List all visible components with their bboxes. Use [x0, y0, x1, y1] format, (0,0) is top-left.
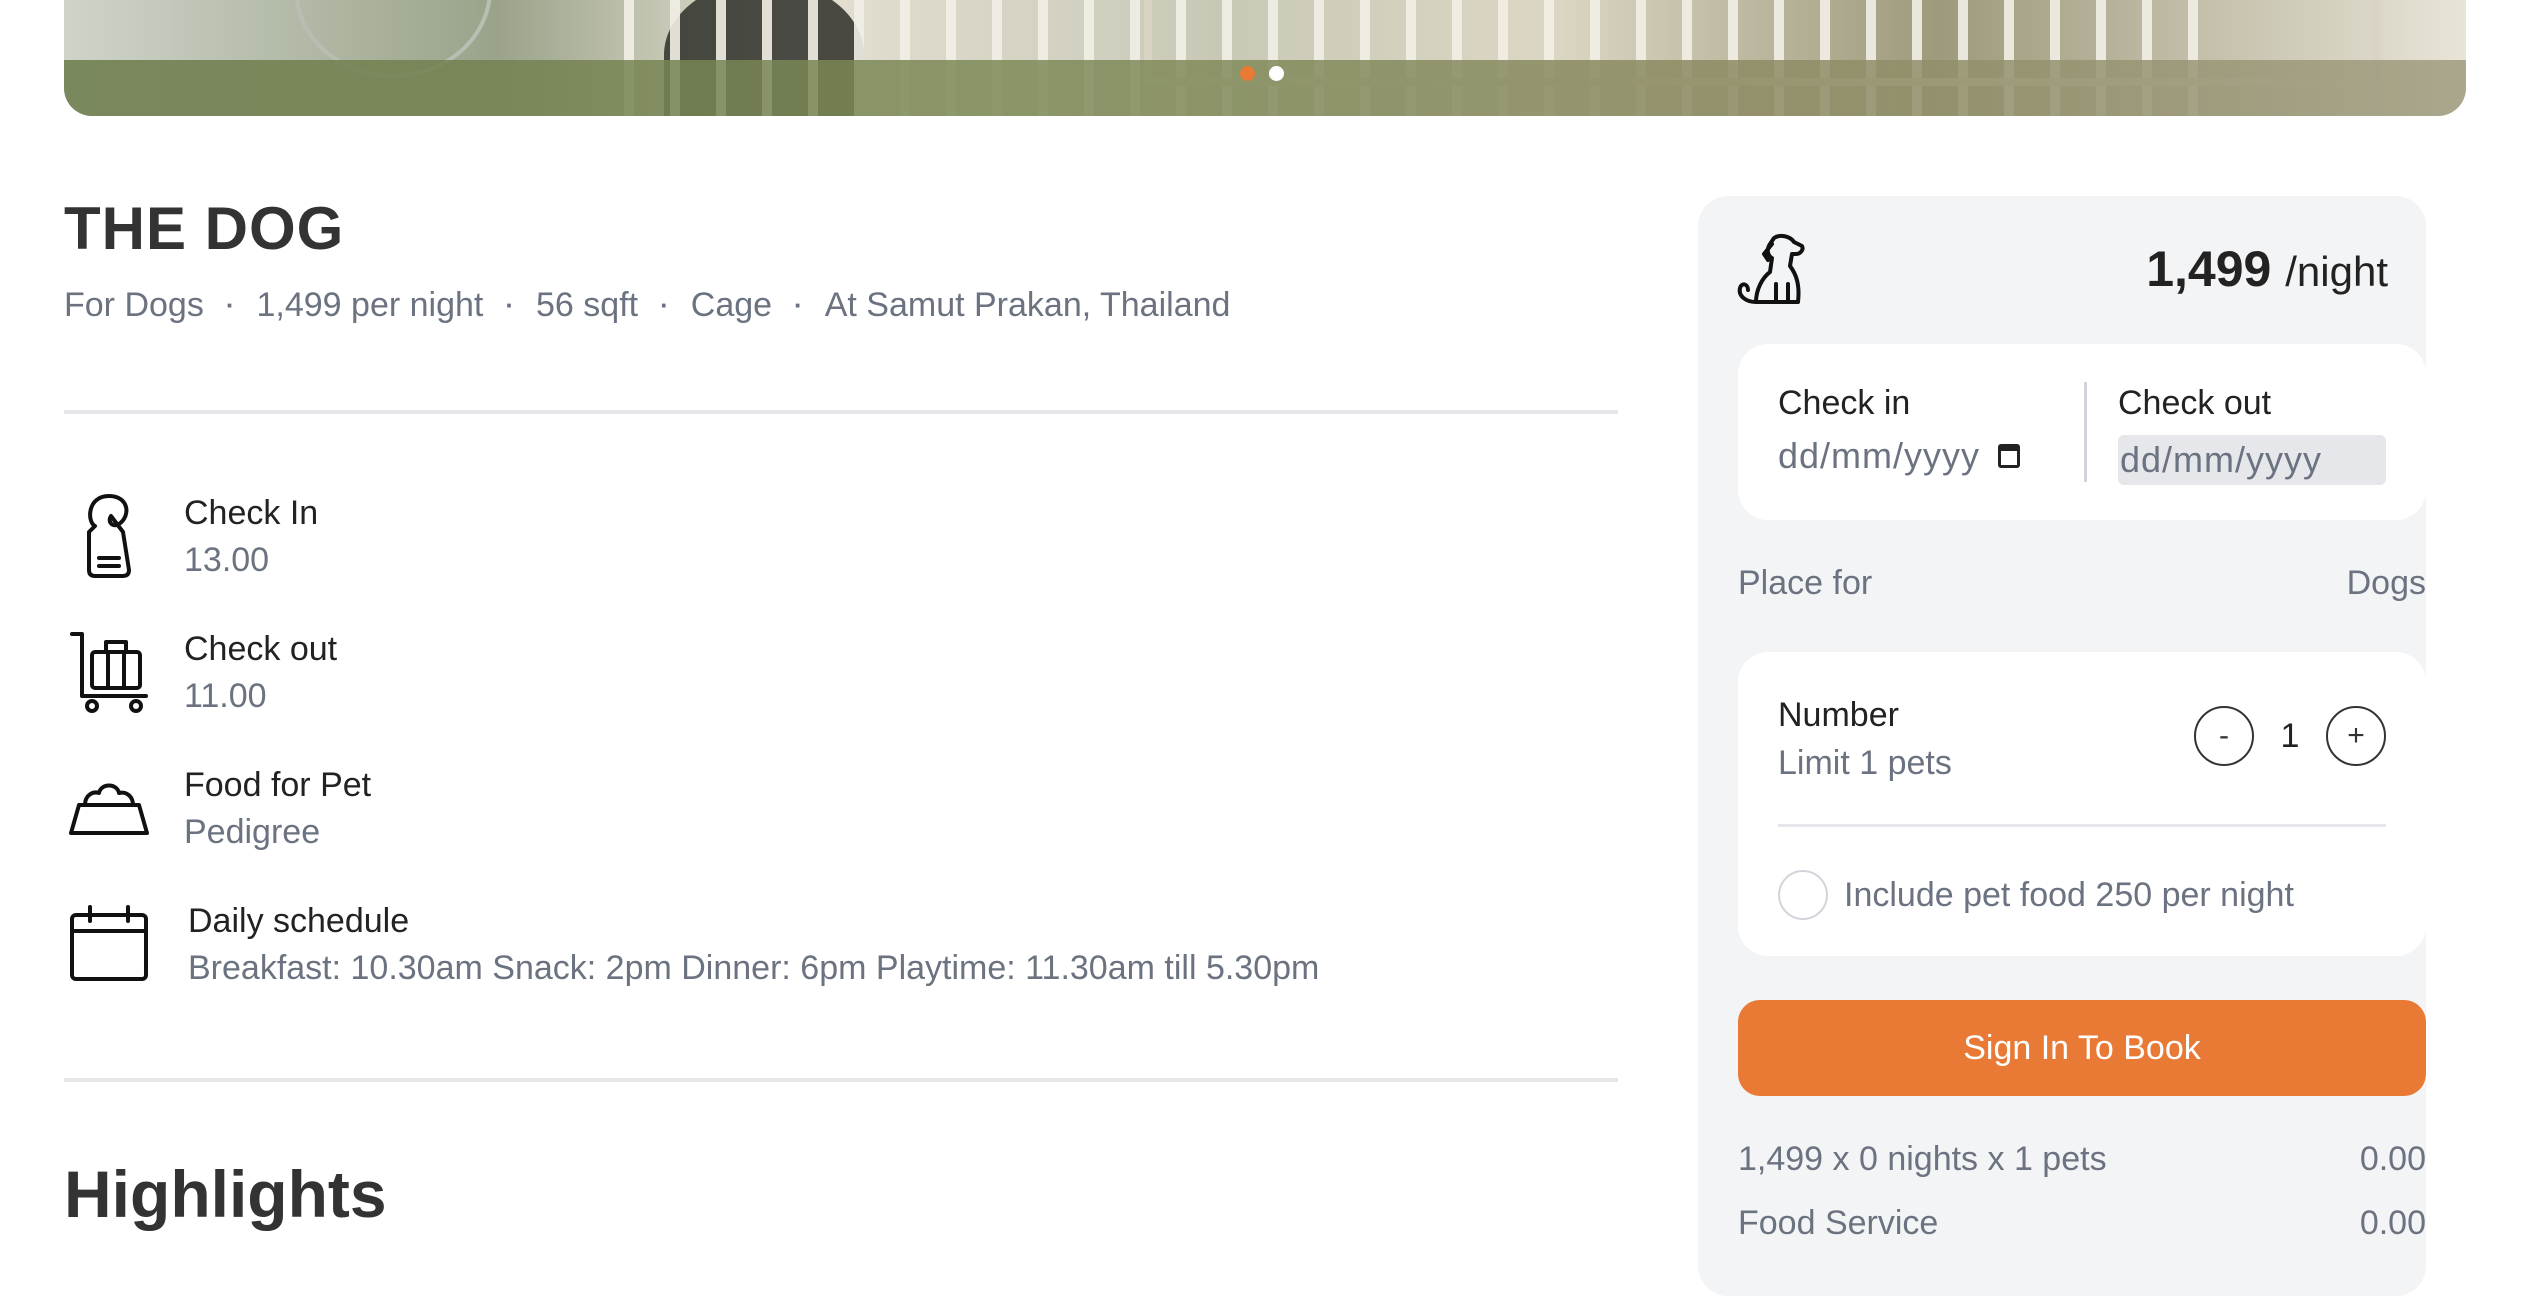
check-out-label: Check out	[2118, 384, 2272, 422]
sign-in-to-book-button[interactable]: Sign In To Book	[1738, 1000, 2426, 1096]
feature-value: Breakfast: 10.30am Snack: 2pm Dinner: 6p…	[188, 949, 1320, 987]
check-in-placeholder: dd/mm/yyyy	[1778, 435, 1981, 476]
section-divider	[64, 410, 1618, 414]
price-amount: 1,499	[2146, 241, 2272, 297]
meta-separator: ·	[225, 290, 235, 320]
food-option-label[interactable]: Include pet food 250 per night	[1844, 876, 2294, 915]
carousel-dot-2[interactable]	[1269, 66, 1284, 81]
luggage-cart-icon	[64, 626, 154, 716]
summary-row-nights: 1,499 x 0 nights x 1 pets 0.00	[1738, 1140, 2426, 1179]
check-out-field[interactable]: Check out dd/mm/yyyy	[2118, 384, 2386, 485]
calendar-icon	[64, 898, 154, 988]
number-divider	[1778, 824, 2386, 827]
summary-label: Food Service	[1738, 1204, 1939, 1242]
food-option-row[interactable]: Include pet food 250 per night	[1778, 870, 2294, 920]
quantity-value: 1	[2280, 716, 2300, 755]
number-box: Number Limit 1 pets - 1 + Include pet fo…	[1738, 652, 2426, 956]
date-divider	[2084, 382, 2087, 482]
meta-separator: ·	[505, 290, 515, 320]
calendar-picker-icon[interactable]	[1998, 444, 2021, 468]
feature-label: Check out	[184, 630, 338, 668]
section-divider	[64, 1078, 1618, 1082]
increment-button[interactable]: +	[2326, 706, 2386, 766]
food-option-radio[interactable]	[1778, 870, 1828, 920]
door-hanger-icon	[64, 490, 154, 580]
hero-image[interactable]	[64, 0, 2466, 116]
check-out-input[interactable]: dd/mm/yyyy	[2118, 435, 2386, 485]
carousel-dots	[1240, 66, 1284, 81]
feature-label: Daily schedule	[188, 902, 410, 940]
feature-value: 11.00	[184, 677, 267, 715]
summary-amount: 0.00	[2359, 1140, 2426, 1178]
meta-pet-type: For Dogs	[64, 286, 204, 324]
meta-price: 1,499 per night	[256, 286, 484, 324]
feature-check-in: Check In 13.00	[64, 490, 318, 584]
check-in-input[interactable]: dd/mm/yyyy	[1778, 435, 2021, 477]
feature-label: Food for Pet	[184, 766, 372, 804]
meta-room-type: Cage	[690, 286, 773, 324]
feature-check-out: Check out 11.00	[64, 626, 337, 720]
summary-amount: 0.00	[2359, 1204, 2426, 1242]
carousel-dot-1[interactable]	[1240, 66, 1255, 81]
feature-value: 13.00	[184, 541, 270, 579]
meta-separator: ·	[794, 290, 803, 320]
decrement-button[interactable]: -	[2194, 706, 2254, 766]
number-label: Number	[1778, 696, 1899, 734]
number-limit: Limit 1 pets	[1778, 744, 1952, 782]
quantity-stepper: - 1 +	[2194, 706, 2386, 766]
listing-meta: For Dogs · 1,499 per night · 56 sqft · C…	[64, 286, 1230, 325]
date-picker: Check in dd/mm/yyyy Check out dd/mm/yyyy	[1738, 344, 2426, 520]
check-in-field[interactable]: Check in dd/mm/yyyy	[1778, 384, 2021, 477]
summary-row-food: Food Service 0.00	[1738, 1204, 2426, 1243]
dog-icon	[1734, 232, 1806, 311]
meta-location: At Samut Prakan, Thailand	[824, 286, 1231, 324]
place-for-label: Place for	[1738, 564, 1873, 602]
place-for-row: Place for Dogs	[1738, 564, 2426, 603]
price-per-night: 1,499 /night	[2146, 240, 2388, 298]
check-in-label: Check in	[1778, 384, 1911, 422]
pet-bowl-icon	[64, 762, 154, 852]
listing-title: THE DOG	[64, 195, 345, 262]
feature-daily-schedule: Daily schedule Breakfast: 10.30am Snack:…	[64, 898, 1319, 992]
highlights-heading: Highlights	[64, 1157, 387, 1231]
summary-label: 1,499 x 0 nights x 1 pets	[1738, 1140, 2107, 1178]
feature-value: Pedigree	[184, 813, 321, 851]
price-unit: /night	[2285, 248, 2388, 295]
feature-label: Check In	[184, 494, 319, 532]
place-for-value: Dogs	[2346, 564, 2426, 602]
meta-size: 56 sqft	[536, 286, 639, 324]
booking-card: 1,499 /night Check in dd/mm/yyyy Check o…	[1698, 196, 2426, 1296]
feature-food: Food for Pet Pedigree	[64, 762, 371, 856]
meta-separator: ·	[660, 290, 669, 320]
